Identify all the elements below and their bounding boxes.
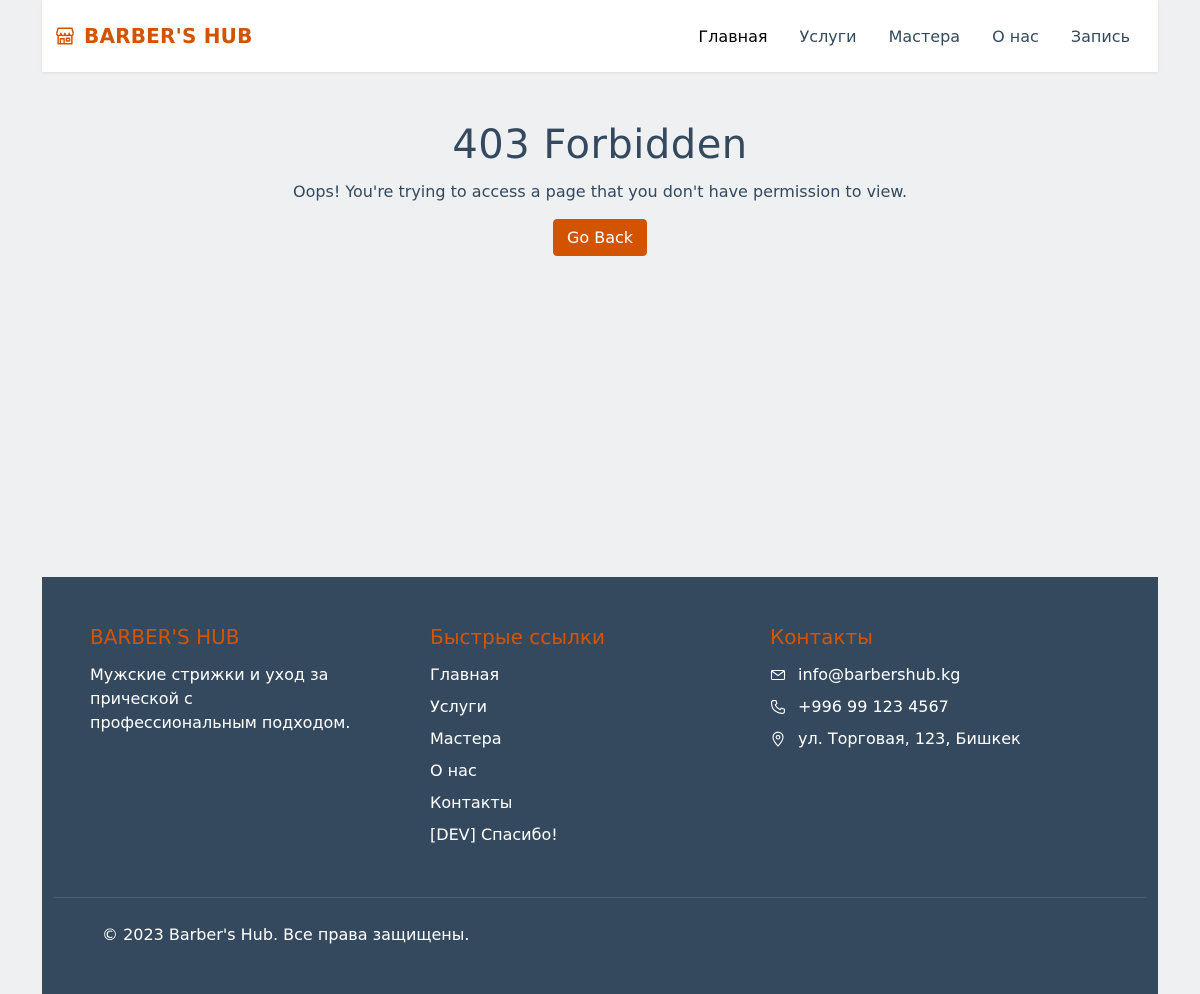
- footer-quick-links: Быстрые ссылки Главная Услуги Мастера О …: [430, 625, 770, 855]
- nav-link-barbers[interactable]: Мастера: [889, 27, 961, 46]
- contact-phone-text[interactable]: +996 99 123 4567: [798, 695, 949, 719]
- quick-links-title: Быстрые ссылки: [430, 625, 605, 649]
- footer-about-text: Мужские стрижки и уход за прической с пр…: [90, 665, 351, 732]
- contact-address: ул. Торговая, 123, Бишкек: [770, 727, 1110, 759]
- footer-divider: [54, 897, 1146, 898]
- quick-links-list: Главная Услуги Мастера О нас Контакты [D…: [430, 663, 770, 855]
- main-nav: Главная Услуги Мастера О нас Запись: [698, 27, 1130, 46]
- contacts-title: Контакты: [770, 625, 873, 649]
- main-content: 403 Forbidden Oops! You're trying to acc…: [0, 72, 1200, 577]
- footer-contacts: Контакты info@barbershub.kg +996 99 123 …: [770, 625, 1110, 855]
- copyright-text: © 2023 Barber's Hub. Все права защищены.: [102, 925, 470, 944]
- footer: BARBER'S HUB Мужские стрижки и уход за п…: [42, 577, 1158, 994]
- footer-link-dev-thanks[interactable]: [DEV] Спасибо!: [430, 825, 558, 844]
- nav-link-about[interactable]: О нас: [992, 27, 1039, 46]
- error-title: 403 Forbidden: [452, 122, 748, 168]
- nav-link-booking[interactable]: Запись: [1071, 27, 1130, 46]
- contact-email-text[interactable]: info@barbershub.kg: [798, 663, 960, 687]
- nav-link-home[interactable]: Главная: [698, 27, 767, 46]
- map-pin-icon: [770, 727, 786, 754]
- contact-phone: +996 99 123 4567: [770, 695, 1110, 727]
- footer-link-contacts[interactable]: Контакты: [430, 793, 512, 812]
- contact-list: info@barbershub.kg +996 99 123 4567 ул. …: [770, 663, 1110, 759]
- envelope-icon: [770, 663, 786, 690]
- footer-columns: BARBER'S HUB Мужские стрижки и уход за п…: [90, 625, 1110, 855]
- page: BARBER'S HUB Главная Услуги Мастера О на…: [0, 0, 1200, 994]
- contact-address-text: ул. Торговая, 123, Бишкек: [798, 729, 1021, 748]
- shop-icon: [54, 25, 76, 47]
- error-message: Oops! You're trying to access a page tha…: [292, 182, 908, 201]
- footer-about-title: BARBER'S HUB: [90, 625, 240, 649]
- footer-link-home[interactable]: Главная: [430, 665, 499, 684]
- phone-icon: [770, 695, 786, 722]
- footer-about: BARBER'S HUB Мужские стрижки и уход за п…: [90, 625, 430, 855]
- navbar: BARBER'S HUB Главная Услуги Мастера О на…: [42, 0, 1158, 72]
- contact-email: info@barbershub.kg: [770, 663, 1110, 695]
- footer-link-services[interactable]: Услуги: [430, 697, 487, 716]
- footer-link-barbers[interactable]: Мастера: [430, 729, 502, 748]
- footer-link-about[interactable]: О нас: [430, 761, 477, 780]
- go-back-button[interactable]: Go Back: [552, 219, 648, 256]
- brand-link[interactable]: BARBER'S HUB: [54, 24, 253, 48]
- brand-name: BARBER'S HUB: [84, 24, 253, 48]
- nav-link-services[interactable]: Услуги: [800, 27, 857, 46]
